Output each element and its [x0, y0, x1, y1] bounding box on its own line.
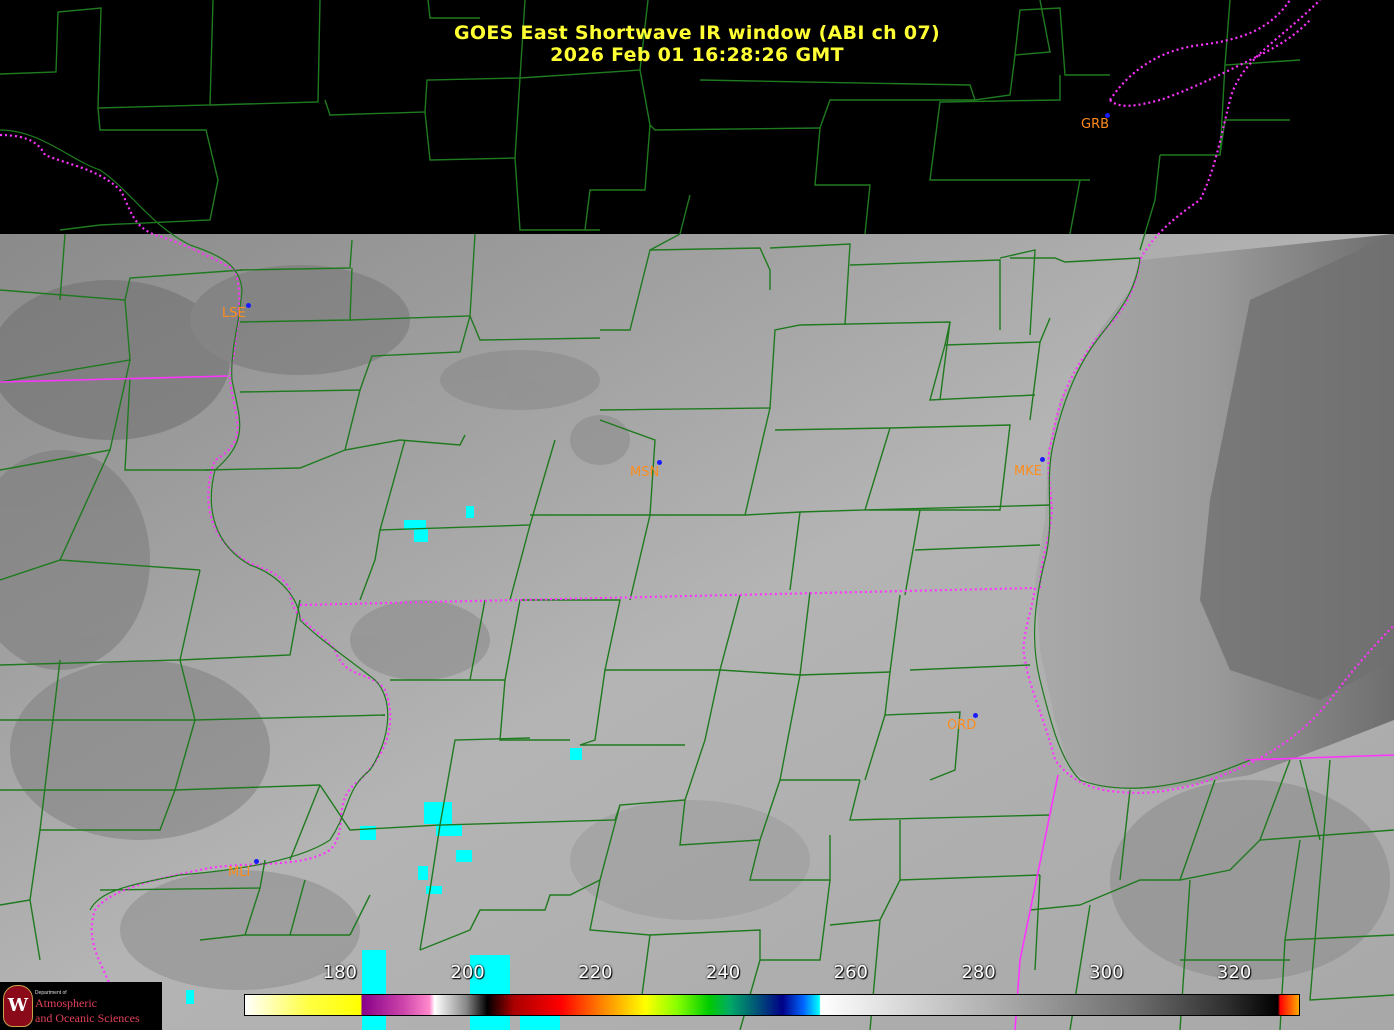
station-dot-mli [254, 859, 259, 864]
map-timestamp: 2026 Feb 01 16:28:26 GMT [550, 44, 844, 66]
colorbar-tick-label: 220 [578, 962, 613, 983]
colorbar-tick-label: 200 [450, 962, 485, 983]
aos-logo: W Department of Atmospheric and Oceanic … [0, 982, 162, 1030]
logo-line2: Atmospheric [35, 996, 97, 1010]
colorbar-tick-label: 320 [1216, 962, 1252, 983]
station-label-mke: MKE [1014, 464, 1042, 479]
satellite-map: GOES East Shortwave IR window (ABI ch 07… [0, 0, 1394, 1030]
colorbar-tick-label: 280 [961, 962, 996, 983]
station-label-ord: ORD [947, 718, 977, 733]
station-label-msn: MSN [630, 465, 660, 480]
uw-seal-icon: W [3, 985, 33, 1027]
colorbar-tick-label: 180 [322, 962, 357, 983]
logo-line3: and Oceanic Sciences [35, 1011, 140, 1025]
station-dot-lse [246, 303, 251, 308]
station-label-lse: LSE [222, 306, 246, 321]
colorbar-tick-label: 300 [1089, 962, 1124, 983]
station-label-mli: MLI [228, 865, 251, 880]
station-dot-mke [1040, 457, 1045, 462]
map-title: GOES East Shortwave IR window (ABI ch 07… [454, 22, 940, 44]
colorbar-tick-label: 240 [705, 962, 741, 983]
station-label-grb: GRB [1081, 117, 1110, 132]
temperature-colorbar [244, 994, 1300, 1016]
colorbar-tick-label: 260 [833, 962, 869, 983]
map-canvas [0, 0, 1394, 1030]
